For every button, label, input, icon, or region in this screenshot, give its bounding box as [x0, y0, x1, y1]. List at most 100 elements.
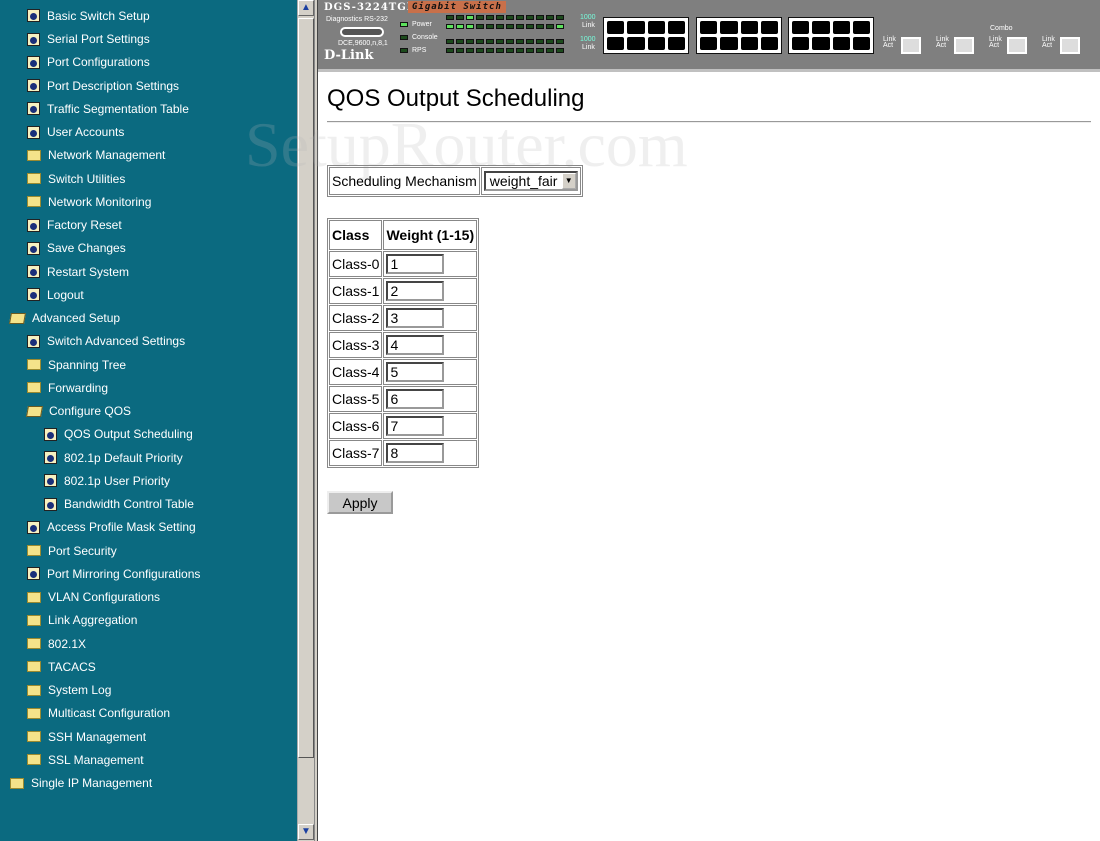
class-name: Class-1 [329, 278, 383, 304]
sidebar-item[interactable]: 802.1X [27, 632, 86, 655]
sidebar-item-label: Serial Port Settings [47, 32, 150, 46]
table-row: Class-7 8 [329, 440, 478, 466]
combo-label: Combo [990, 25, 1013, 32]
rj45-port-icon [832, 37, 850, 50]
sidebar-item[interactable]: Single IP Management [10, 772, 152, 795]
rj45-port-icon [760, 21, 778, 34]
sidebar-item[interactable]: Port Mirroring Configurations [27, 562, 200, 585]
sidebar-item-label: Port Mirroring Configurations [47, 566, 201, 581]
sidebar-item[interactable]: Port Description Settings [27, 74, 179, 97]
page-icon [27, 125, 40, 139]
port-led [476, 39, 484, 44]
scroll-up-arrow-icon[interactable]: ▲ [298, 0, 314, 16]
folder-icon [27, 754, 41, 766]
scroll-down-arrow-icon[interactable]: ▼ [298, 824, 314, 840]
folder-icon [27, 382, 41, 394]
weight-input[interactable]: 2 [386, 281, 445, 301]
sidebar-item[interactable]: Multicast Configuration [27, 702, 170, 725]
port-led [536, 15, 544, 20]
rj45-port-icon [740, 21, 758, 34]
sidebar-item[interactable]: Access Profile Mask Setting [27, 516, 196, 539]
port-led [466, 15, 474, 20]
port-led [486, 15, 494, 20]
sidebar-item[interactable]: Forwarding [27, 376, 108, 399]
sidebar-item[interactable]: Switch Advanced Settings [27, 330, 185, 353]
link-label: Link [582, 44, 595, 51]
device-front-panel: DGS-3224TGR Gigabit Switch Diagnostics R… [318, 0, 1100, 72]
sidebar-item-label: Port Security [48, 543, 117, 558]
sidebar-item[interactable]: Configure QOS [26, 400, 131, 423]
sidebar-item[interactable]: Spanning Tree [27, 353, 126, 376]
port-led [446, 48, 454, 53]
sidebar-item-label: Advanced Setup [32, 311, 121, 325]
weight-input[interactable]: 6 [386, 389, 445, 409]
sidebar-item[interactable]: Bandwidth Control Table [44, 493, 194, 516]
rj45-port-icon [647, 37, 665, 50]
sidebar-item[interactable]: Logout [27, 283, 84, 306]
sidebar-item[interactable]: Network Management [27, 144, 165, 167]
sidebar-item[interactable]: Restart System [27, 260, 129, 283]
port-led [466, 39, 474, 44]
folder-icon [27, 196, 41, 208]
sidebar-item[interactable]: SSL Management [27, 748, 144, 771]
weight-input[interactable]: 3 [386, 308, 445, 328]
sidebar-item[interactable]: Advanced Setup [9, 307, 121, 330]
sidebar-item[interactable]: Switch Utilities [27, 167, 125, 190]
weight-input[interactable]: 7 [386, 416, 445, 436]
sidebar-item[interactable]: QOS Output Scheduling [44, 423, 193, 446]
page-title: QOS Output Scheduling [327, 85, 585, 112]
sidebar-item-label: System Log [48, 683, 112, 697]
frame-divider[interactable] [314, 0, 318, 841]
folder-icon [27, 173, 41, 184]
sidebar-scrollbar[interactable]: ▲ ▼ [297, 0, 314, 841]
weight-input[interactable]: 5 [386, 362, 445, 382]
port-led [456, 15, 464, 20]
sidebar-item[interactable]: 802.1p User Priority [44, 469, 170, 492]
sidebar-item[interactable]: Port Security [27, 539, 117, 562]
sidebar-item[interactable]: Traffic Segmentation Table [27, 97, 189, 120]
sidebar-item[interactable]: Port Configurations [27, 51, 150, 74]
mechanism-value: weight_fair [489, 173, 558, 189]
weight-input[interactable]: 1 [386, 254, 445, 274]
page-icon [44, 474, 57, 488]
rj45-port-icon [720, 37, 738, 50]
port-led [486, 48, 494, 53]
sidebar-item[interactable]: SSH Management [27, 725, 146, 748]
status-led [400, 35, 408, 40]
port-led [506, 39, 514, 44]
rj45-port-icon [667, 37, 685, 50]
sidebar-item[interactable]: Factory Reset [27, 214, 122, 237]
sidebar-item[interactable]: Basic Switch Setup [27, 4, 150, 27]
mechanism-select[interactable]: weight_fair ▼ [483, 171, 578, 191]
weight-input[interactable]: 4 [386, 335, 445, 355]
sfp-port-icon [1060, 37, 1080, 54]
sidebar-item[interactable]: 802.1p Default Priority [44, 446, 183, 469]
sidebar-item[interactable]: Save Changes [27, 237, 126, 260]
scrollbar-thumb[interactable] [298, 18, 314, 758]
rj45-port-icon [647, 21, 665, 34]
dropdown-arrow-icon[interactable]: ▼ [561, 173, 576, 189]
sidebar-item[interactable]: Serial Port Settings [27, 28, 150, 51]
sidebar-item-label: Link Aggregation [48, 613, 138, 628]
port-led [466, 48, 474, 53]
sidebar-item[interactable]: VLAN Configurations [27, 586, 160, 609]
apply-button[interactable]: Apply [327, 491, 393, 514]
port-led [516, 48, 524, 53]
table-row: Class-2 3 [329, 305, 478, 331]
sidebar-item[interactable]: Link Aggregation [27, 609, 137, 632]
rj45-port-icon [700, 21, 718, 34]
page-icon [27, 265, 40, 278]
class-name: Class-6 [329, 413, 383, 439]
sidebar-item[interactable]: TACACS [27, 655, 96, 678]
sidebar-item[interactable]: System Log [27, 679, 111, 702]
sidebar-item[interactable]: Network Monitoring [27, 190, 151, 213]
port-led [546, 48, 554, 53]
table-row: Class-3 4 [329, 332, 478, 358]
weight-input[interactable]: 8 [386, 443, 445, 463]
class-name: Class-2 [329, 305, 383, 331]
sidebar-item[interactable]: User Accounts [27, 121, 124, 144]
sfp-port-icon [901, 37, 921, 54]
sidebar-item-label: 802.1X [48, 636, 87, 651]
folder-icon [27, 359, 41, 370]
page-icon [27, 55, 40, 69]
